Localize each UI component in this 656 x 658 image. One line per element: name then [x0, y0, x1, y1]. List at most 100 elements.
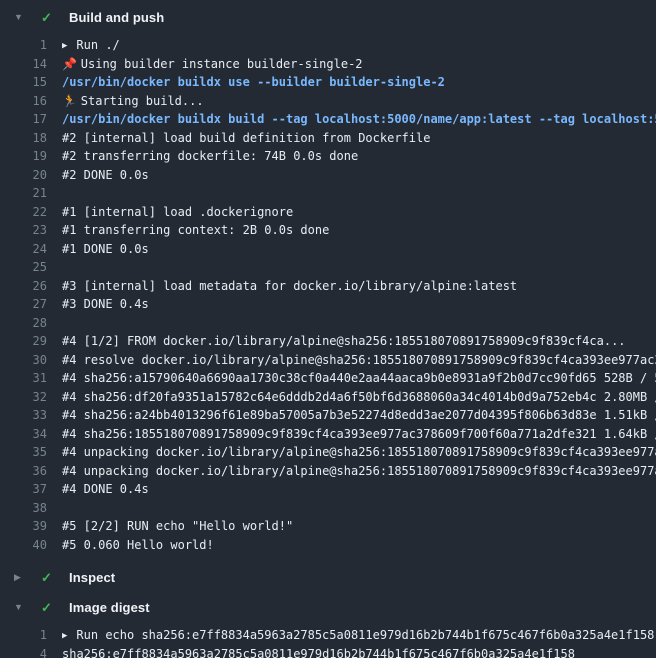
line-content: /usr/bin/docker buildx build --tag local…: [62, 110, 656, 129]
log-line: 28: [0, 314, 656, 333]
line-number[interactable]: 40: [0, 536, 47, 555]
line-number[interactable]: 37: [0, 480, 47, 499]
run-group-expander-icon[interactable]: ▶: [62, 627, 67, 645]
line-content: [62, 258, 656, 277]
section-header-inspect[interactable]: ▶ ✓ Inspect: [0, 562, 656, 592]
section-header-build-and-push[interactable]: ▼ ✓ Build and push: [0, 2, 656, 32]
section-image-digest: ▼ ✓ Image digest 1 ▶Run echo sha256:e7ff…: [0, 592, 656, 658]
log-line: 21: [0, 184, 656, 203]
line-content: #4 [1/2] FROM docker.io/library/alpine@s…: [62, 332, 656, 351]
line-number[interactable]: 25: [0, 258, 47, 277]
line-content: #2 transferring dockerfile: 74B 0.0s don…: [62, 147, 656, 166]
line-number[interactable]: 34: [0, 425, 47, 444]
line-number[interactable]: 1: [0, 626, 47, 645]
log-line: 32 #4 sha256:df20fa9351a15782c64e6dddb2d…: [0, 388, 656, 407]
line-number[interactable]: 35: [0, 443, 47, 462]
log-line: 26 #3 [internal] load metadata for docke…: [0, 277, 656, 296]
runner-icon: 🏃: [62, 94, 81, 108]
log-line: 23 #1 transferring context: 2B 0.0s done: [0, 221, 656, 240]
line-number[interactable]: 20: [0, 166, 47, 185]
line-content: #4 sha256:185518070891758909c9f839cf4ca3…: [62, 425, 656, 444]
line-number[interactable]: 24: [0, 240, 47, 259]
line-content: #4 DONE 0.4s: [62, 480, 656, 499]
line-number[interactable]: 15: [0, 73, 47, 92]
line-number[interactable]: 31: [0, 369, 47, 388]
line-number[interactable]: 33: [0, 406, 47, 425]
line-number[interactable]: 16: [0, 92, 47, 111]
line-content: #4 unpacking docker.io/library/alpine@sh…: [62, 462, 656, 481]
log-lines: 1 ▶Run echo sha256:e7ff8834a5963a2785c5a…: [0, 622, 656, 658]
line-content: #1 [internal] load .dockerignore: [62, 203, 656, 222]
log-line: 31 #4 sha256:a15790640a6690aa1730c38cf0a…: [0, 369, 656, 388]
section-title: Image digest: [69, 600, 150, 615]
line-number[interactable]: 27: [0, 295, 47, 314]
line-number[interactable]: 39: [0, 517, 47, 536]
line-number[interactable]: 4: [0, 645, 47, 658]
line-content: #5 0.060 Hello world!: [62, 536, 656, 555]
line-content: /usr/bin/docker buildx use --builder bui…: [62, 73, 656, 92]
log-line: 36 #4 unpacking docker.io/library/alpine…: [0, 462, 656, 481]
line-number[interactable]: 32: [0, 388, 47, 407]
log-line: 1 ▶Run echo sha256:e7ff8834a5963a2785c5a…: [0, 626, 656, 645]
section-inspect: ▶ ✓ Inspect: [0, 562, 656, 592]
line-number[interactable]: 19: [0, 147, 47, 166]
line-content: #4 sha256:a15790640a6690aa1730c38cf0a440…: [62, 369, 656, 388]
section-build-and-push: ▼ ✓ Build and push 1 ▶Run ./ 14 📌 Using …: [0, 2, 656, 562]
log-line: 18 #2 [internal] load build definition f…: [0, 129, 656, 148]
line-content: #3 [internal] load metadata for docker.i…: [62, 277, 656, 296]
line-number[interactable]: 1: [0, 36, 47, 55]
line-content: [62, 184, 656, 203]
line-number[interactable]: 23: [0, 221, 47, 240]
line-content: #4 sha256:a24bb4013296f61e89ba57005a7b3e…: [62, 406, 656, 425]
line-content: #2 DONE 0.0s: [62, 166, 656, 185]
run-group-expander-icon[interactable]: ▶: [62, 37, 67, 55]
line-content: [62, 499, 656, 518]
section-title: Inspect: [69, 570, 115, 585]
check-icon: ✓: [41, 571, 56, 584]
line-content: #4 sha256:df20fa9351a15782c64e6dddb2d4a6…: [62, 388, 656, 407]
log-line: 22 #1 [internal] load .dockerignore: [0, 203, 656, 222]
log-sections: ▼ ✓ Build and push 1 ▶Run ./ 14 📌 Using …: [0, 2, 656, 658]
log-line: 1 ▶Run ./: [0, 36, 656, 55]
line-content: #1 DONE 0.0s: [62, 240, 656, 259]
line-content: #3 DONE 0.4s: [62, 295, 656, 314]
line-number[interactable]: 22: [0, 203, 47, 222]
line-content: #1 transferring context: 2B 0.0s done: [62, 221, 656, 240]
section-title: Build and push: [69, 10, 164, 25]
line-number[interactable]: 26: [0, 277, 47, 296]
log-line: 14 📌 Using builder instance builder-sing…: [0, 55, 656, 74]
line-number[interactable]: 36: [0, 462, 47, 481]
check-icon: ✓: [41, 601, 56, 614]
line-number[interactable]: 30: [0, 351, 47, 370]
line-number[interactable]: 21: [0, 184, 47, 203]
line-number[interactable]: 29: [0, 332, 47, 351]
line-content: sha256:e7ff8834a5963a2785c5a0811e979d16b…: [62, 645, 656, 658]
log-line: 25: [0, 258, 656, 277]
line-content: [62, 314, 656, 333]
line-content: #5 [2/2] RUN echo "Hello world!": [62, 517, 656, 536]
line-number[interactable]: 28: [0, 314, 47, 333]
section-header-image-digest[interactable]: ▼ ✓ Image digest: [0, 592, 656, 622]
check-icon: ✓: [41, 11, 56, 24]
log-line: 30 #4 resolve docker.io/library/alpine@s…: [0, 351, 656, 370]
line-content: #4 resolve docker.io/library/alpine@sha2…: [62, 351, 656, 370]
line-number[interactable]: 18: [0, 129, 47, 148]
chevron-down-icon[interactable]: ▼: [14, 13, 25, 22]
chevron-right-icon[interactable]: ▶: [14, 573, 25, 582]
line-content: ▶Run ./: [62, 36, 656, 55]
log-line: 38: [0, 499, 656, 518]
line-content: ▶Run echo sha256:e7ff8834a5963a2785c5a08…: [62, 626, 656, 645]
log-line: 39 #5 [2/2] RUN echo "Hello world!": [0, 517, 656, 536]
chevron-down-icon[interactable]: ▼: [14, 603, 25, 612]
log-line: 19 #2 transferring dockerfile: 74B 0.0s …: [0, 147, 656, 166]
line-number[interactable]: 17: [0, 110, 47, 129]
line-number[interactable]: 14: [0, 55, 47, 74]
log-line: 17 /usr/bin/docker buildx build --tag lo…: [0, 110, 656, 129]
line-number[interactable]: 38: [0, 499, 47, 518]
log-line: 37 #4 DONE 0.4s: [0, 480, 656, 499]
line-content: #2 [internal] load build definition from…: [62, 129, 656, 148]
log-line: 15 /usr/bin/docker buildx use --builder …: [0, 73, 656, 92]
log-line: 24 #1 DONE 0.0s: [0, 240, 656, 259]
log-line: 20 #2 DONE 0.0s: [0, 166, 656, 185]
log-line: 4 sha256:e7ff8834a5963a2785c5a0811e979d1…: [0, 645, 656, 658]
